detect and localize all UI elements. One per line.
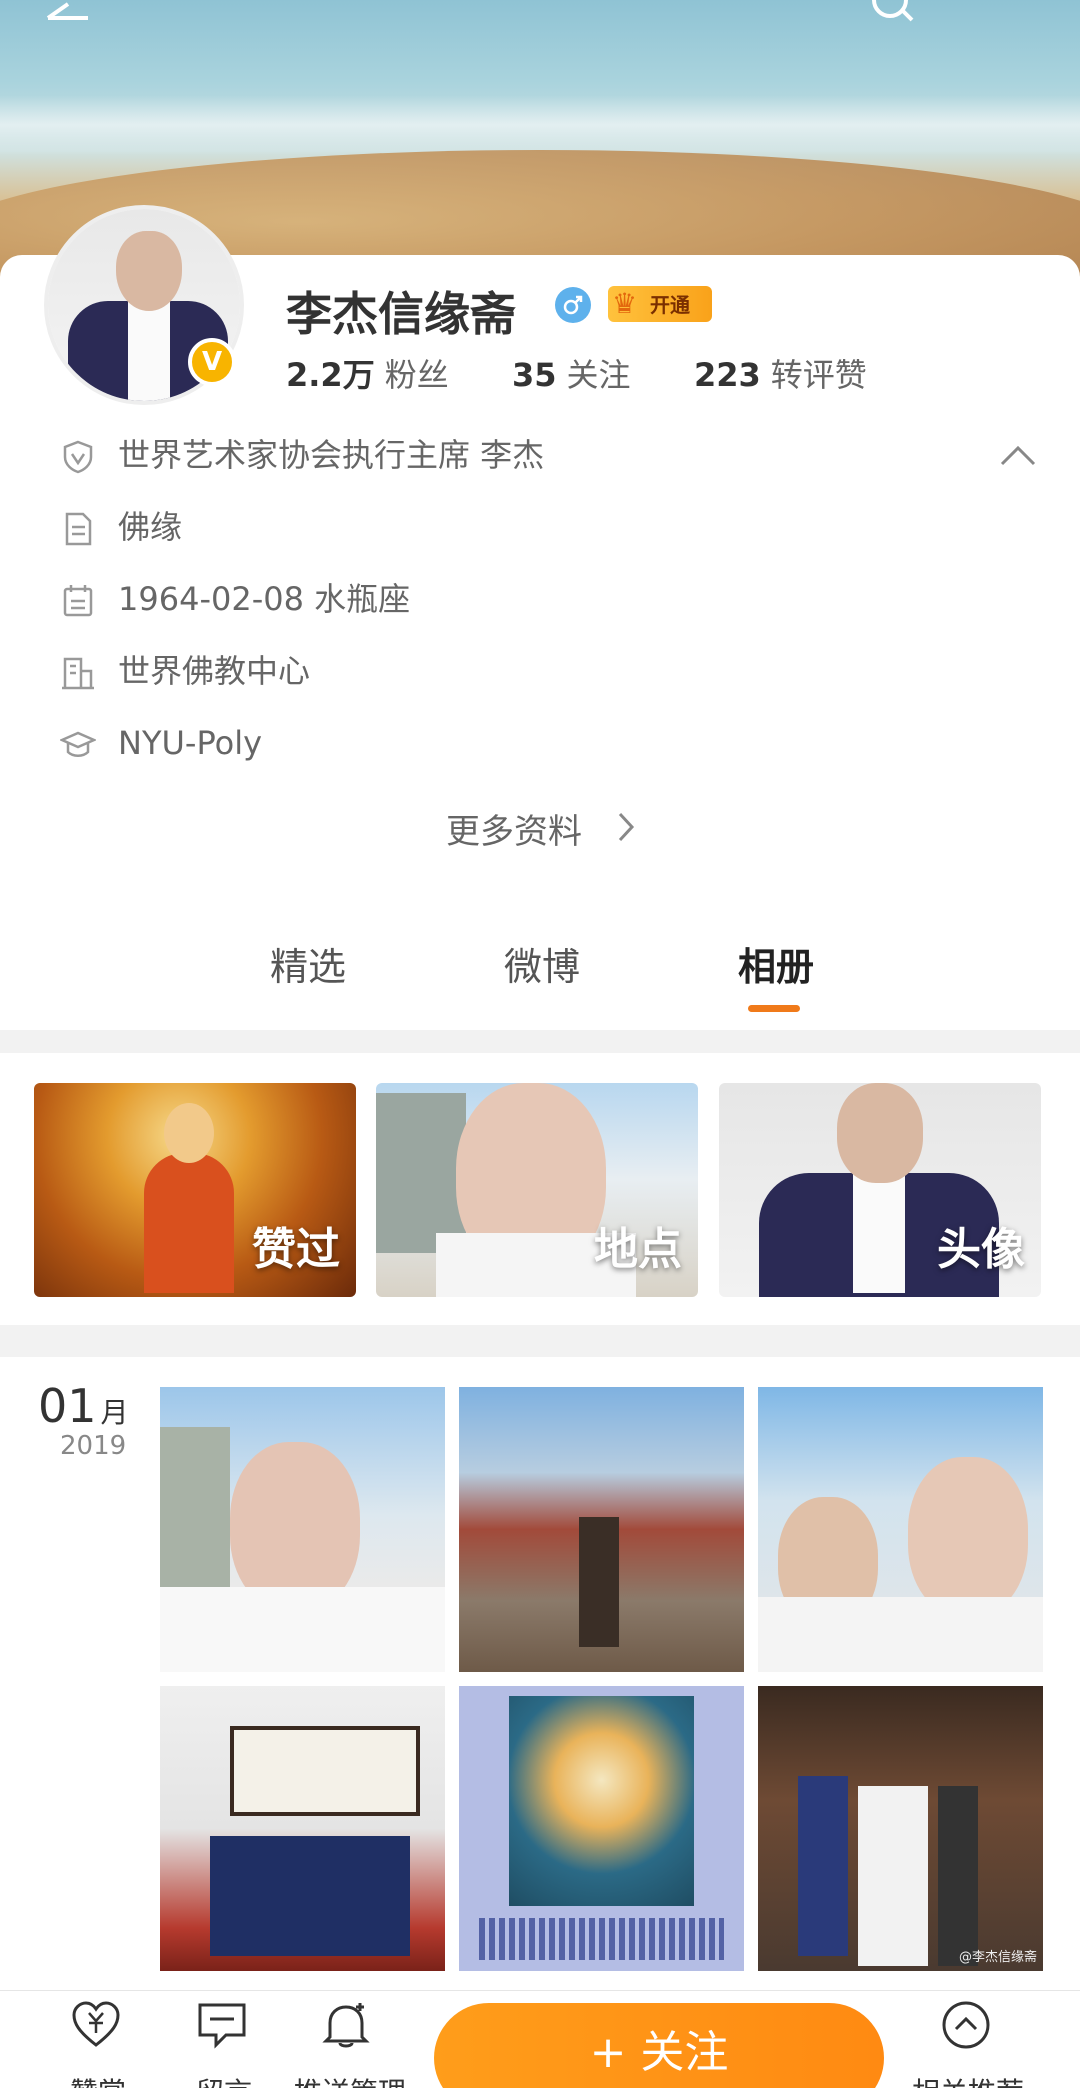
verified-badge-icon: V (188, 338, 236, 386)
search-icon[interactable] (860, 0, 920, 30)
profile-tabs: 精选 微博 相册 (0, 930, 1080, 1028)
more-info-link[interactable]: 更多资料 (446, 804, 635, 853)
chevron-right-icon (618, 812, 635, 842)
message-label: 留言 (196, 2071, 252, 2088)
document-icon (65, 512, 92, 546)
tab-featured[interactable]: 精选 (270, 936, 346, 991)
info-text: 世界佛教中心 (118, 652, 311, 690)
album-label: 赞过 (252, 1224, 340, 1275)
vip-label: 开通 (650, 293, 690, 317)
vip-badge[interactable]: ♛ 开通 (608, 286, 712, 322)
photo-thumbnail[interactable] (459, 1387, 744, 1672)
photo-thumbnail[interactable]: @李杰信缘斋 (758, 1686, 1043, 1971)
crown-icon: ♛ (612, 287, 638, 320)
stat-following[interactable]: 35 关注 (512, 350, 631, 396)
month-number: 01 (38, 1379, 97, 1433)
stat-label: 粉丝 (384, 356, 449, 394)
profile-name: 李杰信缘斋 (286, 287, 516, 341)
album-label: 地点 (594, 1224, 682, 1275)
month-heading: 01 月 (38, 1379, 129, 1433)
gender-male-icon (555, 287, 591, 323)
graduation-cap-icon (60, 731, 96, 757)
calendar-icon (63, 585, 93, 617)
tab-weibo[interactable]: 微博 (504, 936, 580, 991)
stat-number: 35 (512, 356, 557, 394)
message-button[interactable]: 留言 (196, 1999, 252, 2088)
verified-shield-icon (63, 440, 93, 474)
push-settings-button[interactable]: 推送管理 (294, 1999, 406, 2088)
tab-active-indicator (748, 1005, 800, 1012)
more-info-label: 更多资料 (446, 812, 582, 852)
reward-button[interactable]: 赞赏 (70, 1999, 126, 2088)
bell-plus-icon (322, 2003, 370, 2048)
info-text: 世界艺术家协会执行主席 李杰 (118, 436, 545, 474)
album-categories: 赞过 地点 头像 (0, 1053, 1080, 1325)
stat-interactions[interactable]: 223 转评赞 (694, 350, 867, 396)
stat-label: 转评赞 (770, 356, 867, 394)
info-text: NYU-Poly (118, 724, 263, 762)
stat-fans[interactable]: 2.2万 粉丝 (286, 350, 449, 396)
photo-thumbnail[interactable] (758, 1387, 1043, 1672)
year-label: 2019 (60, 1431, 127, 1461)
more-menu-icon[interactable] (980, 0, 1040, 30)
back-icon[interactable] (28, 0, 88, 30)
reward-label: 赞赏 (70, 2071, 126, 2088)
related-button[interactable]: 相关推荐 (912, 1999, 1024, 2088)
tab-album[interactable]: 相册 (738, 936, 814, 991)
photo-thumbnail[interactable] (459, 1686, 744, 1971)
photo-timeline: 01 月 2019 @李杰信缘斋 (0, 1357, 1080, 1997)
push-settings-label: 推送管理 (294, 2071, 406, 2088)
follow-button[interactable]: + 关注 (434, 2003, 884, 2088)
info-text: 佛缘 (118, 508, 183, 546)
album-location[interactable]: 地点 (376, 1083, 698, 1297)
stat-number: 223 (694, 356, 761, 394)
chevron-up-circle-icon (942, 2001, 990, 2049)
related-label: 相关推荐 (912, 2071, 1024, 2088)
photo-thumbnail[interactable] (160, 1387, 445, 1672)
album-label: 头像 (937, 1224, 1025, 1275)
album-liked[interactable]: 赞过 (34, 1083, 356, 1297)
stat-number: 2.2万 (286, 356, 375, 394)
info-text: 1964-02-08 水瓶座 (118, 580, 411, 618)
reward-heart-icon (72, 2001, 120, 2047)
album-avatar[interactable]: 头像 (719, 1083, 1041, 1297)
month-unit: 月 (100, 1396, 129, 1429)
photo-thumbnail[interactable] (160, 1686, 445, 1971)
building-icon (62, 657, 94, 690)
stat-label: 关注 (566, 356, 631, 394)
message-bubble-icon (198, 2003, 246, 2049)
photo-watermark: @李杰信缘斋 (958, 1950, 1037, 1965)
collapse-chevron-up-icon[interactable] (998, 440, 1038, 470)
